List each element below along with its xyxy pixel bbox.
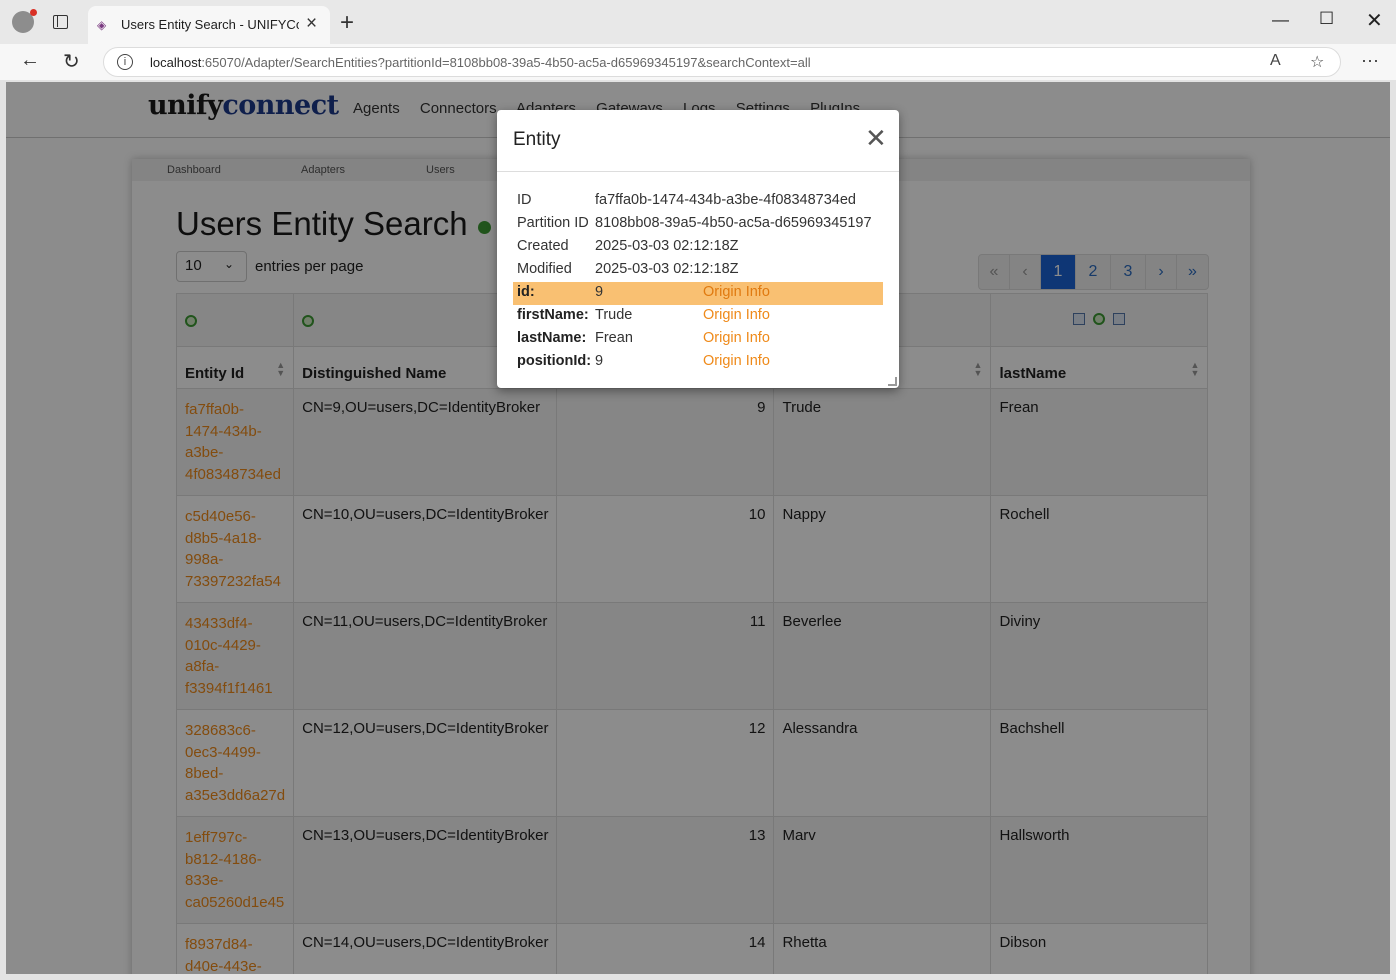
origin-info-link[interactable]: Origin Info	[703, 328, 770, 348]
attr-value: Frean	[595, 330, 633, 346]
attr-label: lastName:	[517, 330, 587, 346]
minimize-icon[interactable]: —	[1272, 10, 1289, 30]
url-text[interactable]: localhost:65070/Adapter/SearchEntities?p…	[150, 55, 811, 70]
meta-label: ID	[517, 192, 532, 208]
meta-row-id: ID fa7ffa0b-1474-434b-a3be-4f08348734ed	[513, 190, 883, 213]
tab-close-icon[interactable]: ×	[306, 13, 317, 35]
meta-label: Created	[517, 238, 569, 254]
meta-row-partition: Partition ID 8108bb08-39a5-4b50-ac5a-d659…	[513, 213, 883, 236]
tab-title: Users Entity Search - UNIFYConnect	[121, 17, 299, 32]
site-info-icon[interactable]: i	[117, 54, 133, 70]
entity-modal: Entity ✕ ID fa7ffa0b-1474-434b-a3be-4f083…	[497, 110, 899, 388]
url-host: localhost	[150, 55, 202, 70]
meta-row-modified: Modified 2025-03-03 02:12:18Z	[513, 259, 883, 282]
close-icon[interactable]: ✕	[865, 125, 887, 151]
meta-value: fa7ffa0b-1474-434b-a3be-4f08348734ed	[595, 192, 856, 208]
attr-label: id:	[517, 284, 535, 300]
meta-value: 2025-03-03 02:12:18Z	[595, 261, 739, 277]
browser-menu-icon[interactable]: ···	[1361, 50, 1379, 71]
attr-label: positionId:	[517, 353, 592, 369]
tab-favicon-icon: ◈	[97, 18, 107, 32]
read-aloud-icon[interactable]: A	[1270, 52, 1281, 70]
tab-actions-icon[interactable]	[53, 15, 68, 29]
attr-value: 9	[595, 284, 604, 300]
address-bar-row: ← ↻ i localhost:65070/Adapter/SearchEnti…	[0, 44, 1396, 80]
attr-row-firstname: firstName: Trude Origin Info	[513, 305, 883, 328]
favorite-star-icon[interactable]: ☆	[1310, 52, 1324, 72]
back-icon[interactable]: ←	[20, 49, 40, 72]
browser-tab[interactable]: ◈ Users Entity Search - UNIFYConnect ×	[88, 6, 330, 44]
maximize-icon[interactable]: ☐	[1319, 9, 1334, 29]
url-path: :65070/Adapter/SearchEntities?partitionI…	[201, 55, 811, 70]
resize-handle-icon[interactable]	[888, 377, 897, 386]
modal-header: Entity ✕	[497, 110, 899, 172]
modal-body: ID fa7ffa0b-1474-434b-a3be-4f08348734ed P…	[513, 190, 883, 374]
attr-row-id: id: 9 Origin Info	[513, 282, 883, 305]
url-field[interactable]: i localhost:65070/Adapter/SearchEntities…	[103, 47, 1341, 77]
profile-avatar-icon[interactable]	[12, 9, 37, 33]
window-close-icon[interactable]: ✕	[1366, 8, 1383, 33]
meta-value: 8108bb08-39a5-4b50-ac5a-d65969345197	[595, 215, 872, 231]
reload-icon[interactable]: ↻	[63, 49, 80, 74]
origin-info-link[interactable]: Origin Info	[703, 282, 770, 302]
modal-title: Entity	[513, 129, 561, 150]
attr-row-positionid: positionId: 9 Origin Info	[513, 351, 883, 374]
origin-info-link[interactable]: Origin Info	[703, 305, 770, 325]
attr-label: firstName:	[517, 307, 589, 323]
attr-value: Trude	[595, 307, 633, 323]
attr-row-lastname: lastName: Frean Origin Info	[513, 328, 883, 351]
new-tab-icon[interactable]: +	[340, 9, 354, 37]
origin-info-link[interactable]: Origin Info	[703, 351, 770, 371]
browser-titlebar: ◈ Users Entity Search - UNIFYConnect × +…	[0, 0, 1396, 44]
meta-row-created: Created 2025-03-03 02:12:18Z	[513, 236, 883, 259]
meta-label: Partition ID	[517, 215, 589, 231]
meta-value: 2025-03-03 02:12:18Z	[595, 238, 739, 254]
meta-label: Modified	[517, 261, 572, 277]
attr-value: 9	[595, 353, 604, 369]
